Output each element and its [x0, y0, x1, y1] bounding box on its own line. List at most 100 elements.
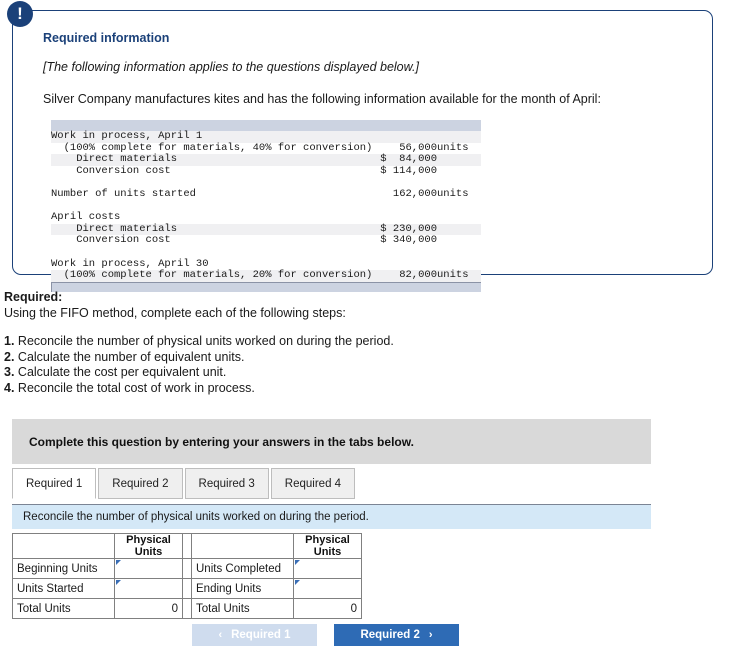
header-line-1: Physical — [126, 534, 171, 546]
data-row-label: Conversion cost — [51, 165, 345, 178]
tab-label: Required 4 — [284, 478, 342, 490]
data-row-label — [51, 246, 345, 259]
data-row-amount: $ 340,000 — [345, 235, 437, 247]
required-step: 4. Reconcile the total cost of work in p… — [4, 381, 604, 397]
chevron-left-icon: ‹ — [218, 629, 223, 641]
tab-label: Required 3 — [198, 478, 255, 490]
next-button-label: Required 2 — [360, 629, 420, 641]
instruction-bar-text: Complete this question by entering your … — [29, 435, 414, 449]
column-gap — [182, 533, 192, 559]
chevron-right-icon: › — [428, 629, 433, 641]
data-table-row — [51, 246, 481, 259]
data-row-unit: units — [437, 188, 481, 201]
applies-note: [The following information applies to th… — [43, 60, 419, 74]
mono-data-table: Work in process, April 1 (100% complete … — [51, 130, 481, 282]
header-physical-units-right: Physical Units — [293, 533, 362, 559]
sub-instruction-bar: Reconcile the number of physical units w… — [12, 504, 651, 529]
table-header-row: Physical Units Physical Units — [12, 533, 362, 559]
required-subheading: Using the FIFO method, complete each of … — [4, 305, 346, 320]
total-value-right: 0 — [293, 598, 362, 619]
header-blank-left — [12, 533, 115, 559]
header-line-2: Units — [134, 546, 163, 558]
row-label-right: Ending Units — [191, 578, 294, 599]
data-row-amount — [345, 246, 437, 259]
physical-units-table: Physical Units Physical Units Beginning Unit… — [12, 533, 362, 619]
data-table-row: Conversion cost $ 114,000 — [51, 165, 481, 178]
source-data-table: Work in process, April 1 (100% complete … — [51, 120, 481, 292]
column-gap — [182, 598, 192, 619]
step-number: 1. — [4, 334, 15, 348]
row-label-left: Units Started — [12, 578, 115, 599]
data-row-unit — [437, 223, 481, 236]
instruction-bar: Complete this question by entering your … — [12, 419, 651, 464]
tab-required-3[interactable]: Required 3 — [184, 468, 269, 499]
table-row: Beginning Units Units Completed — [12, 558, 362, 579]
required-heading: Required: — [4, 290, 63, 304]
data-row-unit: units — [437, 142, 481, 155]
row-label-right: Units Completed — [191, 558, 294, 579]
intro-text: Silver Company manufactures kites and ha… — [43, 92, 601, 106]
data-row-unit — [437, 235, 481, 247]
data-table-row: Conversion cost $ 340,000 — [51, 235, 481, 247]
tab-label: Required 2 — [112, 478, 169, 490]
data-row-amount: $ 114,000 — [345, 165, 437, 178]
tab-required-1[interactable]: Required 1 — [12, 468, 97, 499]
step-text: Reconcile the number of physical units w… — [14, 334, 394, 348]
total-value-left: 0 — [114, 598, 183, 619]
tab-required-2[interactable]: Required 2 — [98, 468, 183, 499]
cell-flag-icon — [295, 580, 300, 585]
column-gap — [182, 558, 192, 579]
input-cell-left[interactable] — [114, 558, 183, 579]
step-number: 3. — [4, 365, 15, 379]
step-text: Reconcile the total cost of work in proc… — [14, 380, 255, 395]
cell-flag-icon — [116, 580, 121, 585]
tab-required-4[interactable]: Required 4 — [270, 468, 356, 499]
step-text: Calculate the number of equivalent units… — [14, 349, 245, 364]
input-cell-right[interactable] — [293, 558, 362, 579]
header-blank-right — [191, 533, 294, 559]
column-gap — [182, 578, 192, 599]
data-table-row: Work in process, April 1 — [51, 130, 481, 143]
table-row: Units Started Ending Units — [12, 578, 362, 599]
input-cell-right[interactable] — [293, 578, 362, 599]
data-row-unit — [437, 200, 481, 213]
required-information-panel: Required information [The following info… — [12, 10, 713, 292]
input-cell-left[interactable] — [114, 578, 183, 599]
cell-flag-icon — [295, 560, 300, 565]
data-row-label: Work in process, April 1 — [51, 130, 345, 143]
data-row-amount: 162,000 — [345, 188, 437, 201]
step-number: 2. — [4, 349, 15, 364]
exclamation-icon: ! — [7, 1, 33, 27]
required-step: 2. Calculate the number of equivalent un… — [4, 350, 604, 366]
row-label-left: Total Units — [12, 598, 115, 619]
table-row: Total Units 0 Total Units 0 — [12, 598, 362, 619]
answer-grid[interactable]: Physical Units Physical Units Beginning Unit… — [12, 533, 362, 619]
data-row-unit — [437, 154, 481, 166]
header-physical-units-left: Physical Units — [114, 533, 183, 559]
step-number: 4. — [4, 380, 15, 395]
data-row-unit — [437, 165, 481, 178]
header-line-1: Physical — [305, 534, 350, 546]
next-requirement-button[interactable]: Required 2 › — [334, 624, 459, 646]
data-row-unit — [437, 212, 481, 224]
data-row-unit — [437, 246, 481, 259]
navigation-buttons[interactable]: ‹ Required 1 Required 2 › — [192, 624, 459, 646]
row-label-left: Beginning Units — [12, 558, 115, 579]
tab-label: Required 1 — [26, 478, 83, 490]
data-row-unit: units — [437, 270, 481, 282]
sub-instruction-text: Reconcile the number of physical units w… — [23, 511, 369, 523]
data-row-unit — [437, 131, 481, 143]
data-row-label: (100% complete for materials, 20% for co… — [51, 269, 373, 282]
prev-button-label: Required 1 — [231, 629, 291, 641]
required-section: Required: Using the FIFO method, complet… — [4, 290, 604, 396]
prev-requirement-button[interactable]: ‹ Required 1 — [192, 624, 317, 646]
data-row-label: Conversion cost — [51, 235, 345, 247]
step-text: Calculate the cost per equivalent unit. — [14, 365, 227, 379]
required-step: 1. Reconcile the number of physical unit… — [4, 334, 604, 350]
data-row-label: April costs — [51, 212, 345, 224]
row-label-right: Total Units — [191, 598, 294, 619]
data-row-amount — [345, 200, 437, 213]
header-line-2: Units — [313, 546, 342, 558]
required-step: 3. Calculate the cost per equivalent uni… — [4, 365, 604, 381]
requirement-tabs[interactable]: Required 1 Required 2 Required 3 Required 4 — [12, 468, 357, 499]
